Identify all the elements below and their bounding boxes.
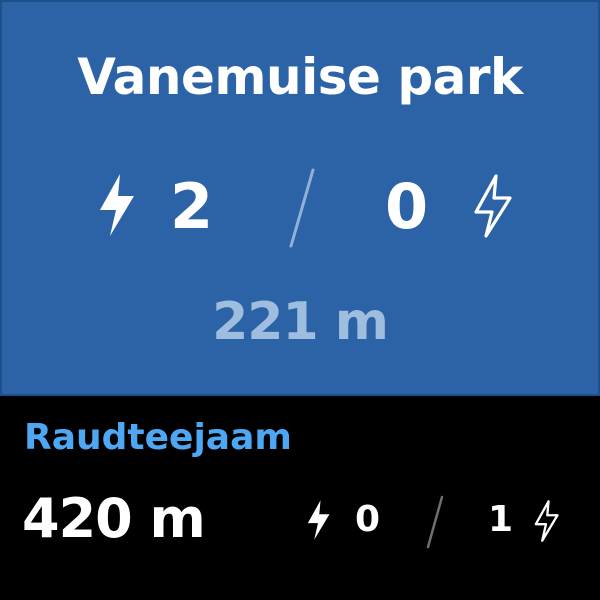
lightning-outline-icon — [534, 500, 559, 542]
lightning-outline-icon — [474, 174, 512, 238]
lightning-filled-icon — [100, 174, 134, 236]
current-station-card[interactable]: Vanemuise park 2 0 221 m — [0, 0, 600, 396]
station-name: Vanemuise park — [77, 48, 523, 106]
separator-slash — [289, 168, 315, 248]
available-bikes-count: 2 — [170, 170, 214, 243]
free-docks-count: 0 — [385, 170, 429, 243]
lightning-filled-icon — [307, 500, 330, 540]
separator-slash — [426, 495, 444, 549]
station-distance: 221 m — [212, 292, 389, 352]
next-free-docks-count: 1 — [488, 499, 514, 540]
next-station-name: Raudteejaam — [24, 417, 292, 458]
next-available-bikes-count: 0 — [355, 499, 381, 540]
next-station-distance: 420 m — [22, 487, 206, 550]
